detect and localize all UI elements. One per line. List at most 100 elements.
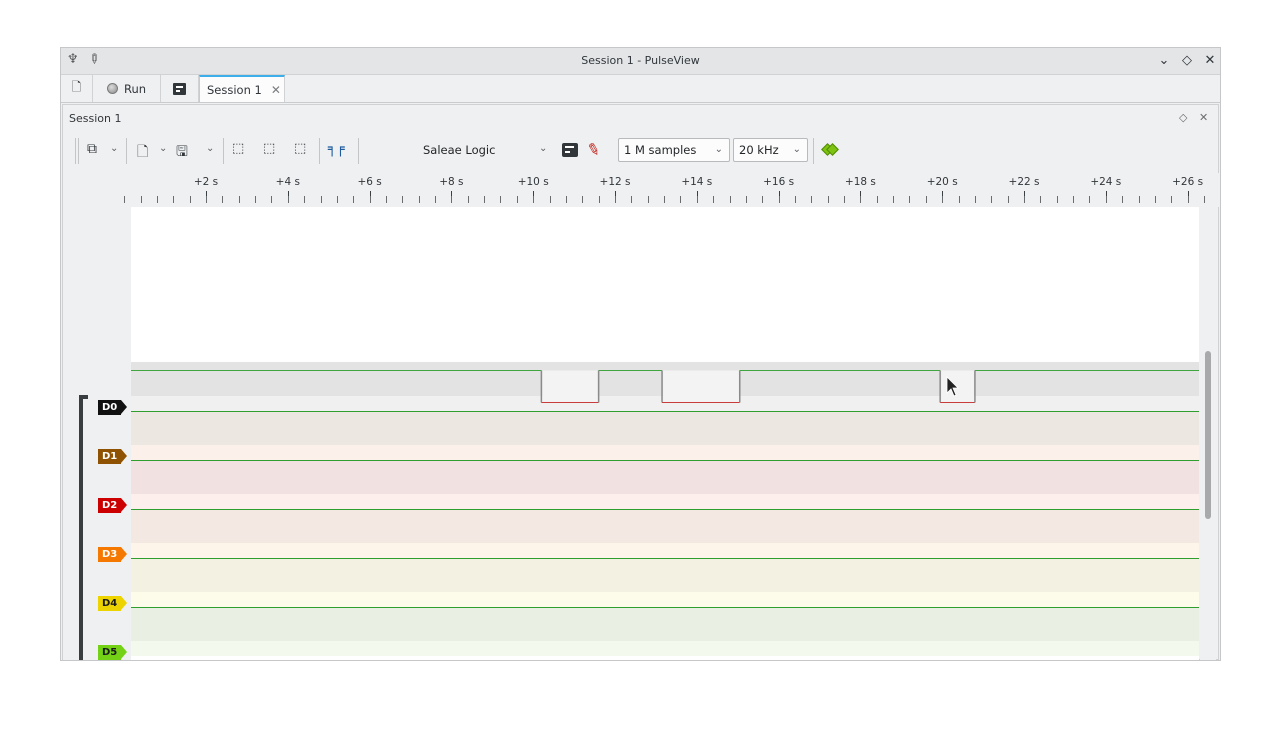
run-button[interactable]: Run xyxy=(93,75,161,102)
ruler-minor-tick xyxy=(680,196,682,203)
channel-label-d1[interactable]: D1 xyxy=(98,449,128,464)
ruler-minor-tick xyxy=(713,196,715,203)
tab-session-1[interactable]: Session 1 ✕ xyxy=(199,75,285,102)
sample-count-dropdown-icon: ⌄ xyxy=(714,144,723,155)
channel-group-bar xyxy=(79,395,83,660)
open-dropdown-icon[interactable]: ⌄ xyxy=(159,143,167,154)
ruler-minor-tick xyxy=(942,196,944,203)
sample-rate-value: 20 kHz xyxy=(739,143,779,157)
zoom-out-icon[interactable]: ⬚ xyxy=(263,141,275,156)
add-view-dropdown-icon[interactable]: ⌄ xyxy=(110,143,118,154)
ruler-tick-label: +20 s xyxy=(926,176,958,188)
dock-float-icon[interactable]: ◇ xyxy=(1179,111,1187,124)
tab-session-label: Session 1 xyxy=(207,82,262,97)
d0-low-region xyxy=(941,370,974,402)
ruler-minor-tick xyxy=(811,196,813,203)
ruler-tick-label: +18 s xyxy=(844,176,876,188)
new-session-button[interactable]: 🗋 xyxy=(61,75,93,102)
channel-group-bar-top xyxy=(79,395,88,399)
ruler-minor-tick xyxy=(484,196,486,203)
decoder-icon[interactable] xyxy=(821,143,839,156)
session-settings-icon xyxy=(173,82,186,95)
ruler-minor-tick xyxy=(794,196,796,203)
dock-close-icon[interactable]: ✕ xyxy=(1199,111,1208,124)
run-indicator-icon xyxy=(106,83,118,94)
probe-icon[interactable]: ✎ xyxy=(585,139,603,161)
ruler-minor-tick xyxy=(222,196,224,203)
ruler-minor-tick xyxy=(451,196,453,203)
minimize-chevron-icon[interactable]: ⌄ xyxy=(1156,53,1172,68)
vertical-scrollbar[interactable] xyxy=(1200,207,1216,660)
zoom-in-icon[interactable]: ⬚ xyxy=(232,141,244,156)
channel-label-d0[interactable]: D0 xyxy=(98,400,128,415)
ruler-minor-tick xyxy=(745,196,747,203)
window-close-icon[interactable]: ✕ xyxy=(1202,53,1218,68)
save-dropdown-icon[interactable]: ⌄ xyxy=(206,143,214,154)
ruler-minor-tick xyxy=(729,196,731,203)
zoom-fit-icon[interactable]: ⬚ xyxy=(294,141,306,156)
device-dropdown-icon: ⌄ xyxy=(539,143,548,154)
trace-viewport[interactable] xyxy=(131,207,1199,660)
sample-rate-select[interactable]: 20 kHz ⌄ xyxy=(733,138,808,162)
sample-count-select[interactable]: 1 M samples ⌄ xyxy=(618,138,730,162)
add-view-icon[interactable]: ⧉ xyxy=(87,141,97,157)
time-ruler[interactable]: +2 s +4 s +6 s +8 s +10 s +12 s +14 s +16 s +18 … xyxy=(124,173,1220,207)
channel-label-d3[interactable]: D3 xyxy=(98,547,128,562)
channel-label-d2[interactable]: D2 xyxy=(98,498,128,513)
trace-svg xyxy=(131,362,1199,656)
trace-gap-d4 xyxy=(131,592,1199,607)
maximize-diamond-icon[interactable]: ◇ xyxy=(1179,53,1195,68)
ruler-minor-tick xyxy=(173,196,175,203)
toolbar-separator xyxy=(75,138,76,164)
ruler-minor-tick xyxy=(435,196,437,203)
ruler-minor-tick xyxy=(565,196,567,203)
ruler-minor-tick xyxy=(140,196,142,203)
vertical-scrollbar-thumb[interactable] xyxy=(1205,351,1211,519)
ruler-minor-tick xyxy=(304,196,306,203)
ruler-tick-label: +8 s xyxy=(439,176,464,188)
trace-gap-d3 xyxy=(131,543,1199,558)
ruler-minor-tick xyxy=(1007,196,1009,203)
ruler-minor-tick xyxy=(696,196,698,203)
ruler-minor-tick xyxy=(1154,196,1156,203)
ruler-minor-tick xyxy=(206,196,207,203)
ruler-minor-tick xyxy=(598,196,600,203)
cursors-icon[interactable]: ╕╒ xyxy=(328,141,345,157)
ruler-minor-tick xyxy=(533,196,535,203)
device-name: Saleae Logic xyxy=(423,143,496,157)
device-config-icon[interactable] xyxy=(562,143,578,157)
ruler-tick-label: +22 s xyxy=(1008,176,1040,188)
channel-label-d4[interactable]: D4 xyxy=(98,596,128,611)
save-icon[interactable]: 🖫 xyxy=(176,141,188,165)
device-selector[interactable]: Saleae Logic ⌄ xyxy=(423,138,553,162)
ruler-minor-tick xyxy=(1024,196,1025,203)
channel-header-column: D0 D1 D2 D3 D4 D5 xyxy=(63,207,131,660)
ruler-minor-tick xyxy=(827,196,829,203)
trace-band-d2 xyxy=(131,460,1199,494)
ruler-minor-tick xyxy=(844,196,846,203)
ruler-minor-tick xyxy=(320,196,322,203)
channel-label-d5[interactable]: D5 xyxy=(98,645,128,660)
tab-close-icon[interactable]: ✕ xyxy=(271,83,281,97)
ruler-minor-tick xyxy=(1073,196,1075,203)
ruler-minor-tick xyxy=(287,196,289,203)
ruler-minor-tick xyxy=(271,196,273,203)
ruler-minor-tick xyxy=(631,196,633,203)
ruler-minor-tick xyxy=(255,196,257,203)
toolbar-separator xyxy=(223,138,224,164)
toolbar-separator xyxy=(813,138,814,164)
trace-band-d3 xyxy=(131,509,1199,543)
ruler-minor-tick xyxy=(909,196,911,203)
trace-band-d1 xyxy=(131,411,1199,445)
toolbar-separator xyxy=(126,138,127,164)
ruler-minor-tick xyxy=(1138,196,1140,203)
trace-band-d4 xyxy=(131,558,1199,592)
toolbar-separator xyxy=(358,138,359,164)
ruler-minor-tick xyxy=(1122,196,1124,203)
title-bar: ♆ ✎ Session 1 - PulseView ⌄ ◇ ✕ xyxy=(61,48,1220,75)
session-icon-button[interactable] xyxy=(161,75,199,102)
open-file-icon[interactable]: 🗋 xyxy=(137,141,148,165)
ruler-minor-tick xyxy=(336,196,338,203)
ruler-minor-tick xyxy=(860,196,862,203)
d0-low-region xyxy=(663,370,739,402)
